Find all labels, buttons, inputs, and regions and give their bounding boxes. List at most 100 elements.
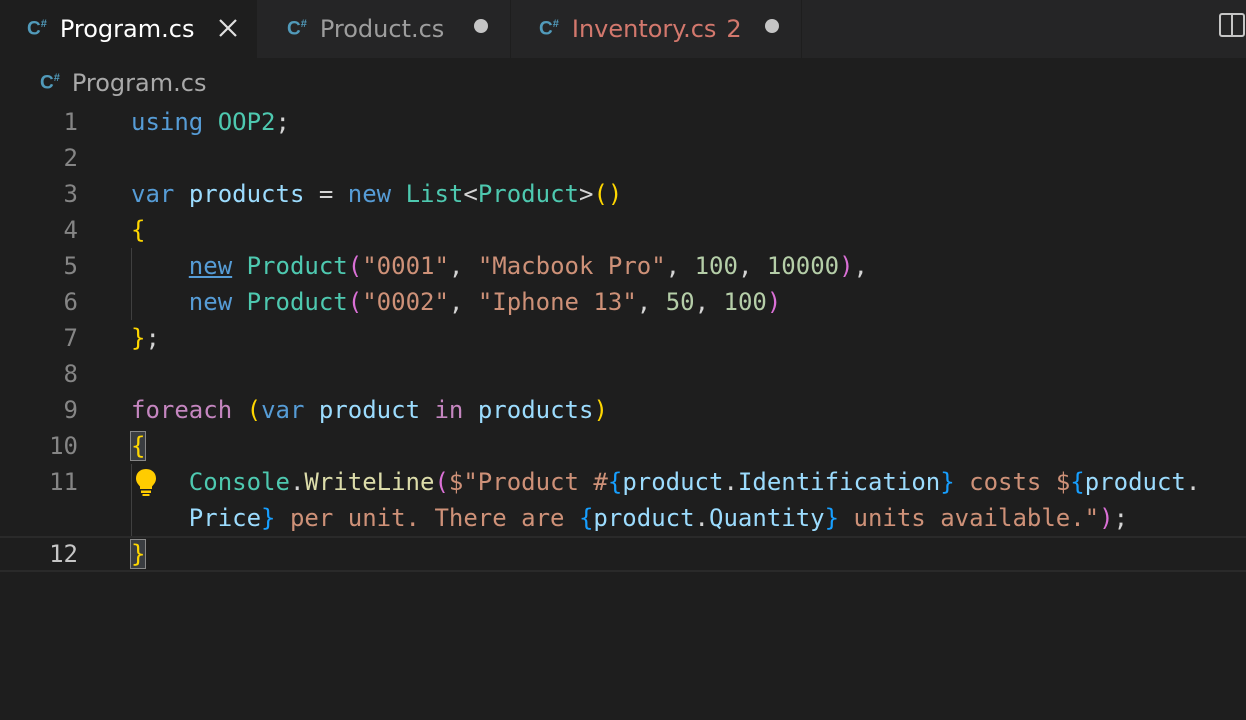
code-line[interactable]: 9 foreach (var product in products) — [0, 392, 1246, 428]
code-token: products — [477, 396, 594, 424]
code-text: { — [129, 428, 147, 464]
tab-product-cs[interactable]: C# Product.cs — [256, 0, 510, 58]
code-line[interactable]: 1 using OOP2; — [0, 104, 1246, 140]
code-token: () — [593, 180, 623, 208]
code-token: var — [261, 396, 305, 424]
code-text: Price} per unit. There are {product.Quan… — [131, 500, 1128, 536]
line-number: 4 — [63, 216, 78, 244]
code-token: ( — [347, 252, 363, 280]
code-token: , — [737, 252, 767, 280]
code-token: List — [405, 180, 464, 208]
editor-tab-bar: C# Program.cs C# Product.cs C# Inventory… — [0, 0, 1246, 58]
code-token: , — [694, 288, 724, 316]
breadcrumb-file[interactable]: Program.cs — [72, 69, 207, 97]
code-line[interactable]: Price} per unit. There are {product.Quan… — [0, 500, 1246, 536]
code-line[interactable]: 7}; — [0, 320, 1246, 356]
code-text: foreach (var product in products) — [131, 392, 608, 428]
code-text: { — [131, 212, 145, 248]
lightbulb-icon[interactable] — [134, 467, 158, 497]
code-token: product — [1084, 468, 1186, 496]
code-token: foreach — [131, 396, 233, 424]
code-token: costs $ — [954, 468, 1071, 496]
code-token: , — [853, 252, 868, 280]
split-editor-icon[interactable] — [1218, 12, 1246, 38]
close-icon[interactable] — [216, 16, 240, 40]
line-number: 7 — [63, 324, 78, 352]
code-token: , — [448, 252, 478, 280]
code-token: product — [622, 468, 724, 496]
code-token: > — [578, 180, 594, 208]
code-token: { — [578, 504, 594, 532]
code-token: { — [1070, 468, 1085, 496]
code-token: OOP2 — [217, 108, 276, 136]
code-line[interactable]: 8 — [0, 356, 1246, 392]
code-text: new Product("0002", "Iphone 13", 50, 100… — [131, 284, 782, 320]
code-token: } — [131, 324, 146, 352]
code-token: , — [665, 252, 695, 280]
code-token: } — [261, 504, 276, 532]
code-token: 50 — [665, 288, 695, 316]
code-token: new — [188, 252, 233, 280]
unsaved-dot-icon[interactable] — [765, 19, 779, 33]
tab-inventory-cs[interactable]: C# Inventory.cs 2 — [510, 0, 802, 58]
line-number: 5 — [63, 252, 78, 280]
code-token: Product — [246, 288, 348, 316]
code-text: } — [129, 538, 147, 570]
code-token: "Iphone 13" — [477, 288, 637, 316]
line-number: 2 — [63, 144, 78, 172]
code-line[interactable]: 12} — [0, 536, 1246, 572]
code-token: . — [694, 504, 709, 532]
code-token: var — [131, 180, 175, 208]
code-token: ; — [275, 108, 290, 136]
code-token: $"Product # — [448, 468, 608, 496]
line-number: 11 — [49, 468, 78, 496]
indent-guide — [131, 248, 132, 320]
problem-count-badge: 2 — [726, 15, 742, 43]
code-line[interactable]: 3 var products = new List<Product>() — [0, 176, 1246, 212]
line-number: 9 — [63, 396, 78, 424]
code-text: }; — [131, 320, 160, 356]
code-line[interactable]: 11 Console.WriteLine($"Product #{product… — [0, 464, 1246, 500]
code-line[interactable]: 5 new Product("0001", "Macbook Pro", 100… — [0, 248, 1246, 284]
code-token: = — [304, 180, 348, 208]
code-token: ( — [246, 396, 262, 424]
line-number: 1 — [63, 108, 78, 136]
code-text: new Product("0001", "Macbook Pro", 100, … — [131, 248, 868, 284]
csharp-file-icon: C# — [539, 17, 559, 40]
code-line[interactable]: 2 — [0, 140, 1246, 176]
code-token: in — [434, 396, 464, 424]
code-line[interactable]: 4{ — [0, 212, 1246, 248]
code-token: ; — [145, 324, 160, 352]
code-line[interactable]: 6 new Product("0002", "Iphone 13", 50, 1… — [0, 284, 1246, 320]
code-token: , — [448, 288, 478, 316]
code-token: WriteLine — [304, 468, 435, 496]
code-token: 100 — [694, 252, 738, 280]
tab-label: Inventory.cs — [571, 15, 717, 43]
code-token: { — [131, 216, 146, 244]
line-number: 12 — [49, 540, 78, 568]
code-text: var products = new List<Product>() — [131, 176, 622, 212]
code-text: Console.WriteLine($"Product #{product.Id… — [131, 464, 1201, 500]
tab-program-cs[interactable]: C# Program.cs — [0, 0, 256, 58]
code-token: ) — [839, 252, 854, 280]
breadcrumb[interactable]: C# Program.cs — [40, 66, 206, 100]
code-token: "0001" — [362, 252, 449, 280]
code-token: Console — [188, 468, 290, 496]
code-line[interactable]: 10 { — [0, 428, 1246, 464]
code-token: Product — [246, 252, 348, 280]
code-token: Product — [477, 180, 579, 208]
code-token: } — [129, 539, 147, 569]
code-token: per unit. There are — [275, 504, 579, 532]
unsaved-dot-icon[interactable] — [474, 19, 488, 33]
code-token: ( — [434, 468, 449, 496]
code-token: "Macbook Pro" — [477, 252, 666, 280]
